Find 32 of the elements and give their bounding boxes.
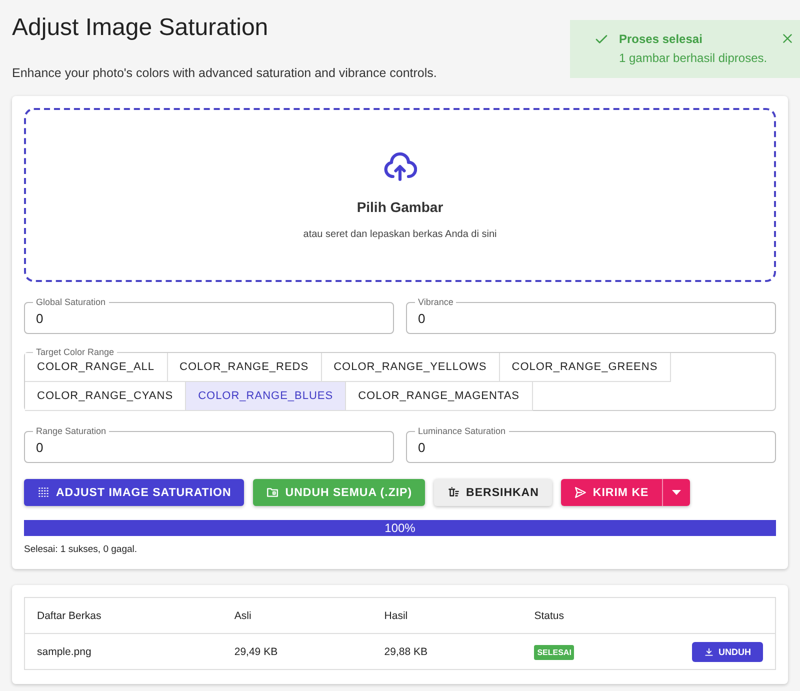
range-option[interactable]: COLOR_RANGE_MAGENTAS	[346, 382, 532, 411]
action-button[interactable]: BERSIHKAN	[434, 479, 552, 506]
status-badge: SELESAI	[534, 644, 574, 660]
column-header: Status	[522, 598, 666, 634]
upload-dropzone[interactable]: Pilih Gambar atau seret dan lepaskan berkas Anda di sini	[24, 108, 776, 282]
summary-text: Selesai: 1 sukses, 0 gagal.	[24, 544, 138, 555]
column-header: Hasil	[372, 598, 522, 634]
table-cell: 29,49 KB	[222, 634, 372, 670]
field-label: Global Saturation	[33, 296, 109, 308]
range-option[interactable]: COLOR_RANGE_BLUES	[186, 382, 346, 411]
download-button[interactable]: UNDUH	[692, 642, 763, 662]
toast-message: 1 gambar berhasil diproses.	[619, 51, 768, 65]
action-button[interactable]: ADJUST IMAGE SATURATION	[24, 479, 244, 506]
field-label: Vibrance	[415, 296, 456, 308]
page-subtitle: Enhance your photo's colors with advanced saturation and vibrance controls.	[12, 66, 437, 80]
dropzone-title: Pilih Gambar	[356, 198, 444, 214]
range-option[interactable]: COLOR_RANGE_YELLOWS	[322, 353, 500, 382]
column-header: Asli	[222, 598, 372, 634]
page-title: Adjust Image Saturation	[12, 14, 268, 43]
range-option[interactable]: COLOR_RANGE_REDS	[168, 353, 322, 382]
send-button[interactable]: KIRIM KE	[560, 479, 662, 506]
field-label: Target Color Range	[33, 346, 118, 358]
table-cell: 29,88 KB	[372, 634, 522, 670]
table-cell: sample.png	[24, 634, 222, 670]
field-label: Range Saturation	[33, 425, 110, 437]
range-option[interactable]: COLOR_RANGE_CYANS	[25, 382, 186, 411]
dropzone-hint: atau seret dan lepaskan berkas Anda di sini	[303, 228, 497, 240]
toast-title: Proses selesai	[619, 32, 704, 46]
field-label: Luminance Saturation	[415, 425, 509, 437]
range-option[interactable]: COLOR_RANGE_GREENS	[500, 353, 671, 382]
progress-reading: 100%	[384, 521, 416, 535]
column-header: Daftar Berkas	[24, 598, 222, 634]
